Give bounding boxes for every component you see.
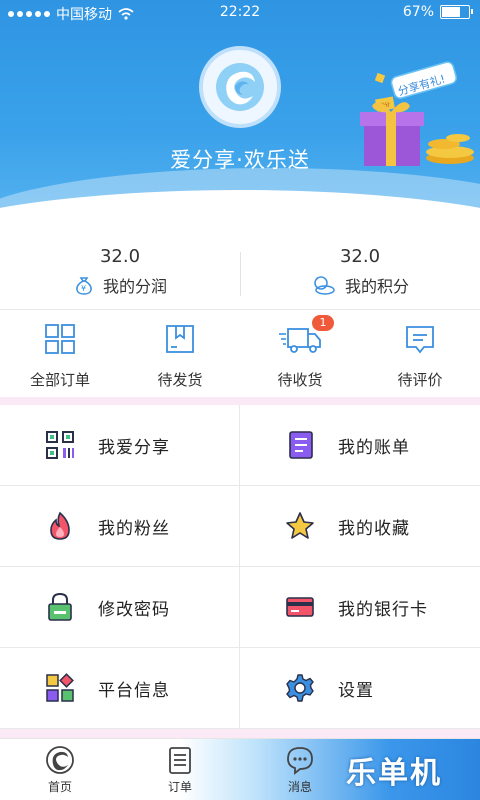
menu-platform-info[interactable]: 平台信息 <box>0 648 240 729</box>
battery-percent: 67% <box>402 4 434 20</box>
menu-grid: 我爱分享 我的账单 我的粉丝 我的收藏 修改密码 我的银行卡 平台信息 设置 <box>0 405 480 729</box>
section-separator <box>0 397 480 405</box>
gear-icon <box>286 674 314 702</box>
tab-messages-label: 消息 <box>287 780 312 794</box>
order-to-ship-label: 待发货 <box>157 371 203 389</box>
profit-value: 32.0 <box>99 246 141 267</box>
battery-icon <box>440 5 473 19</box>
menu-fans-label: 我的粉丝 <box>98 518 170 539</box>
comment-icon <box>406 326 434 354</box>
stats-row: 32.0 ¥ 我的分润 32.0 我的积分 <box>0 238 480 310</box>
menu-change-password-label: 修改密码 <box>98 599 170 620</box>
apps-icon <box>46 673 74 702</box>
stat-points[interactable]: 32.0 我的积分 <box>240 238 480 310</box>
menu-share[interactable]: 我爱分享 <box>0 405 240 486</box>
menu-favorites[interactable]: 我的收藏 <box>240 486 480 567</box>
logo-swirl-icon <box>216 63 264 111</box>
watermark-text: 乐单机 <box>346 756 442 791</box>
lock-icon <box>48 592 72 621</box>
menu-bank-card-label: 我的银行卡 <box>338 599 428 620</box>
svg-text:¥: ¥ <box>81 284 86 293</box>
app-logo[interactable] <box>199 46 281 128</box>
tab-orders[interactable]: 订单 <box>120 739 240 800</box>
grid-icon <box>45 324 75 354</box>
flame-icon <box>50 511 70 540</box>
order-badge: 1 <box>312 315 334 331</box>
package-icon <box>166 325 194 353</box>
slogan-text: 爱分享·欢乐送 <box>170 148 310 172</box>
menu-settings-label: 设置 <box>338 680 374 701</box>
points-value: 32.0 <box>339 246 381 267</box>
qr-code-icon <box>46 431 74 459</box>
order-to-ship[interactable]: 待发货 <box>120 311 240 397</box>
menu-fans[interactable]: 我的粉丝 <box>0 486 240 567</box>
tab-orders-label: 订单 <box>167 780 192 794</box>
order-all[interactable]: 全部订单 <box>0 311 120 397</box>
order-to-review-label: 待评价 <box>397 371 443 389</box>
order-status-row: 全部订单 待发货 1 待收货 待评价 <box>0 311 480 397</box>
home-logo-icon <box>46 746 74 774</box>
message-icon <box>287 747 313 775</box>
order-list-icon <box>169 747 191 774</box>
menu-change-password[interactable]: 修改密码 <box>0 567 240 648</box>
header-banner: 中国移动 22:22 67% 爱分享·欢乐送 分享有礼! 积分 <box>0 0 480 238</box>
order-to-receive[interactable]: 1 待收货 <box>240 311 360 397</box>
order-to-receive-label: 待收货 <box>277 371 323 389</box>
points-label: 我的积分 <box>344 277 409 296</box>
menu-settings[interactable]: 设置 <box>240 648 480 729</box>
gift-box-illustration: 分享有礼! 积分 <box>360 61 474 166</box>
coins-icon <box>314 276 335 295</box>
bank-card-icon <box>286 597 314 617</box>
menu-bill[interactable]: 我的账单 <box>240 405 480 486</box>
money-bag-icon: ¥ <box>76 277 92 295</box>
header-wave-white <box>0 190 480 238</box>
menu-bill-label: 我的账单 <box>338 437 410 458</box>
tab-messages[interactable]: 消息 <box>240 739 360 800</box>
bottom-separator <box>0 729 480 738</box>
menu-favorites-label: 我的收藏 <box>338 518 410 539</box>
tab-home[interactable]: 首页 <box>0 739 120 800</box>
star-icon <box>286 512 314 539</box>
status-bar: 中国移动 22:22 67% <box>0 0 480 26</box>
stat-profit[interactable]: 32.0 ¥ 我的分润 <box>0 238 240 310</box>
bill-icon <box>289 431 313 459</box>
order-all-label: 全部订单 <box>29 371 90 389</box>
profit-label: 我的分润 <box>102 277 167 296</box>
menu-bank-card[interactable]: 我的银行卡 <box>240 567 480 648</box>
tab-home-label: 首页 <box>47 780 72 794</box>
order-to-review[interactable]: 待评价 <box>360 311 480 397</box>
menu-platform-info-label: 平台信息 <box>98 680 170 701</box>
menu-share-label: 我爱分享 <box>98 437 170 458</box>
